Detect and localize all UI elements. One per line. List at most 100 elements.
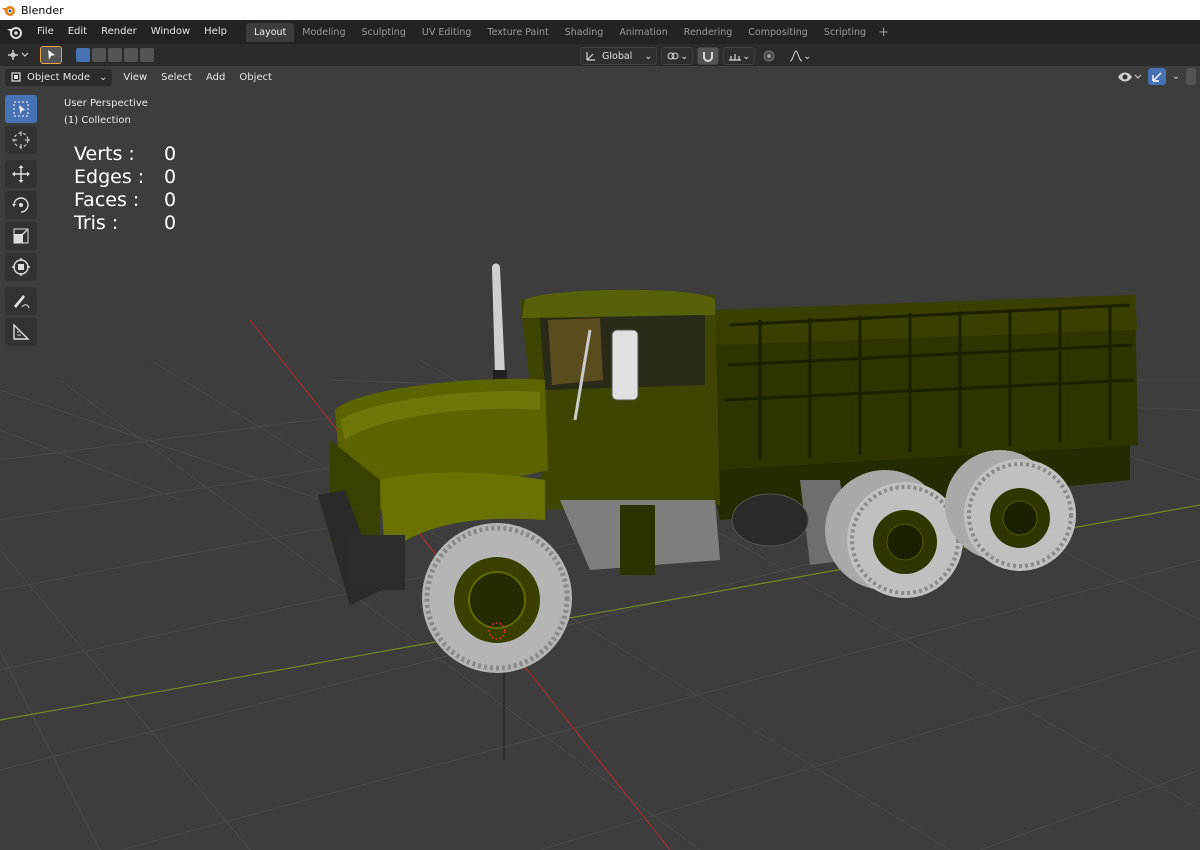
viewport-canvas[interactable] bbox=[0, 66, 1200, 850]
tab-layout[interactable]: Layout bbox=[245, 22, 295, 42]
tab-modeling[interactable]: Modeling bbox=[294, 23, 353, 42]
tab-compositing[interactable]: Compositing bbox=[740, 23, 816, 42]
rotate-tool[interactable] bbox=[5, 191, 37, 219]
falloff-curve-icon bbox=[790, 50, 803, 62]
snap-increment-icon bbox=[729, 54, 742, 61]
viewport-info: User Perspective (1) Collection bbox=[64, 95, 148, 129]
tab-scripting[interactable]: Scripting bbox=[816, 23, 874, 42]
chevron-down-icon: ⌄ bbox=[742, 50, 751, 62]
top-menubar: File Edit Render Window Help Layout Mode… bbox=[0, 20, 1200, 44]
tool-settings-bar: Global ⌄ ⌄ ⌄ ⌄ bbox=[0, 44, 1200, 66]
transform-icon bbox=[12, 258, 30, 276]
pivot-link-icon bbox=[667, 52, 679, 60]
stat-label: Faces : bbox=[74, 189, 140, 211]
object-menu[interactable]: Object bbox=[232, 72, 279, 83]
gizmo-toggle[interactable] bbox=[1148, 68, 1166, 85]
menu-help[interactable]: Help bbox=[197, 20, 234, 44]
stat-row-faces: Faces : 0 bbox=[74, 189, 176, 212]
stat-value: 0 bbox=[164, 166, 177, 188]
menu-edit[interactable]: Edit bbox=[61, 20, 94, 44]
transform-orientation-dropdown[interactable]: Global ⌄ bbox=[580, 47, 658, 65]
stat-row-tris: Tris : 0 bbox=[74, 212, 176, 235]
cursor-icon bbox=[12, 131, 30, 149]
tab-shading[interactable]: Shading bbox=[557, 23, 612, 42]
object-mode-dropdown[interactable]: Object Mode ⌄ bbox=[5, 68, 113, 86]
perspective-label: User Perspective bbox=[64, 98, 148, 109]
editor-type-button[interactable] bbox=[6, 47, 30, 63]
select-subtract-icon[interactable] bbox=[108, 48, 122, 62]
collection-label: (1) Collection bbox=[64, 115, 131, 126]
select-box-tool[interactable] bbox=[5, 95, 37, 123]
select-extend-icon[interactable] bbox=[92, 48, 106, 62]
viewport-header: Object Mode ⌄ View Select Add Object ⌄ bbox=[0, 66, 1200, 88]
workspace-tabs: Layout Modeling Sculpting UV Editing Tex… bbox=[245, 20, 893, 44]
stat-row-verts: Verts : 0 bbox=[74, 143, 176, 166]
select-invert-icon[interactable] bbox=[124, 48, 138, 62]
stat-value: 0 bbox=[164, 189, 177, 211]
menu-file[interactable]: File bbox=[30, 20, 61, 44]
eye-icon bbox=[1118, 72, 1142, 81]
rotate-icon bbox=[12, 197, 29, 213]
chevron-down-icon: ⌄ bbox=[99, 71, 108, 83]
select-menu[interactable]: Select bbox=[154, 72, 199, 83]
gizmo-dropdown[interactable]: ⌄ bbox=[1169, 68, 1183, 85]
view-menu[interactable]: View bbox=[116, 72, 154, 83]
proportional-edit-icon bbox=[763, 50, 775, 62]
snap-target-dropdown[interactable]: ⌄ bbox=[723, 47, 756, 65]
visibility-dropdown[interactable] bbox=[1115, 68, 1145, 85]
orientation-label: Global bbox=[602, 50, 633, 62]
add-workspace-button[interactable]: + bbox=[874, 25, 893, 40]
orientation-icon bbox=[586, 52, 595, 61]
blender-logo-icon bbox=[2, 6, 15, 16]
chevron-down-icon: ⌄ bbox=[644, 50, 653, 62]
pivot-point-dropdown[interactable]: ⌄ bbox=[661, 47, 694, 65]
window-title: Blender bbox=[21, 3, 64, 17]
proportional-falloff-dropdown[interactable]: ⌄ bbox=[785, 48, 815, 64]
tab-rendering[interactable]: Rendering bbox=[676, 23, 741, 42]
move-tool[interactable] bbox=[5, 160, 37, 188]
chevron-down-icon: ⌄ bbox=[680, 50, 689, 62]
tab-texture-paint[interactable]: Texture Paint bbox=[479, 23, 556, 42]
transform-settings-group: Global ⌄ ⌄ ⌄ ⌄ bbox=[580, 47, 815, 65]
select-new-icon[interactable] bbox=[76, 48, 90, 62]
blender-menu-icon[interactable] bbox=[6, 24, 24, 40]
cursor-arrow-icon bbox=[48, 50, 55, 60]
object-mode-label: Object Mode bbox=[27, 71, 90, 83]
active-tool-button[interactable] bbox=[40, 46, 62, 64]
scale-icon bbox=[13, 228, 29, 244]
tab-uv-editing[interactable]: UV Editing bbox=[414, 23, 480, 42]
viewport-right-controls: ⌄ bbox=[1115, 68, 1196, 85]
hidden-wheel bbox=[731, 493, 809, 547]
tab-animation[interactable]: Animation bbox=[611, 23, 675, 42]
stat-label: Edges : bbox=[74, 166, 145, 188]
stat-value: 0 bbox=[164, 143, 177, 165]
stat-label: Tris : bbox=[74, 212, 119, 234]
select-intersect-icon[interactable] bbox=[140, 48, 154, 62]
annotate-tool[interactable] bbox=[5, 287, 37, 315]
annotate-icon bbox=[14, 295, 30, 309]
front-wheel bbox=[422, 523, 572, 673]
snap-toggle[interactable] bbox=[697, 47, 720, 65]
measure-icon bbox=[13, 323, 30, 340]
transform-tool[interactable] bbox=[5, 253, 37, 281]
stat-row-edges: Edges : 0 bbox=[74, 166, 176, 189]
tab-sculpting[interactable]: Sculpting bbox=[353, 23, 413, 42]
stat-label: Verts : bbox=[74, 143, 135, 165]
left-toolbar bbox=[5, 95, 41, 349]
gizmo-icon bbox=[1152, 72, 1162, 82]
selection-mode-group bbox=[76, 48, 156, 62]
statistics-overlay: Verts : 0 Edges : 0 Faces : 0 Tris : 0 bbox=[74, 143, 176, 235]
add-menu[interactable]: Add bbox=[199, 72, 232, 83]
stat-value: 0 bbox=[164, 212, 177, 234]
menu-window[interactable]: Window bbox=[144, 20, 197, 44]
chevron-down-icon: ⌄ bbox=[1171, 71, 1181, 82]
measure-tool[interactable] bbox=[5, 318, 37, 346]
scale-tool[interactable] bbox=[5, 222, 37, 250]
move-icon bbox=[12, 165, 30, 183]
window-titlebar: Blender bbox=[0, 0, 1200, 20]
overlay-toggle[interactable] bbox=[1186, 68, 1196, 85]
cursor-tool[interactable] bbox=[5, 126, 37, 154]
proportional-edit-toggle[interactable] bbox=[759, 48, 781, 64]
magnet-icon bbox=[703, 52, 714, 62]
menu-render[interactable]: Render bbox=[94, 20, 144, 44]
